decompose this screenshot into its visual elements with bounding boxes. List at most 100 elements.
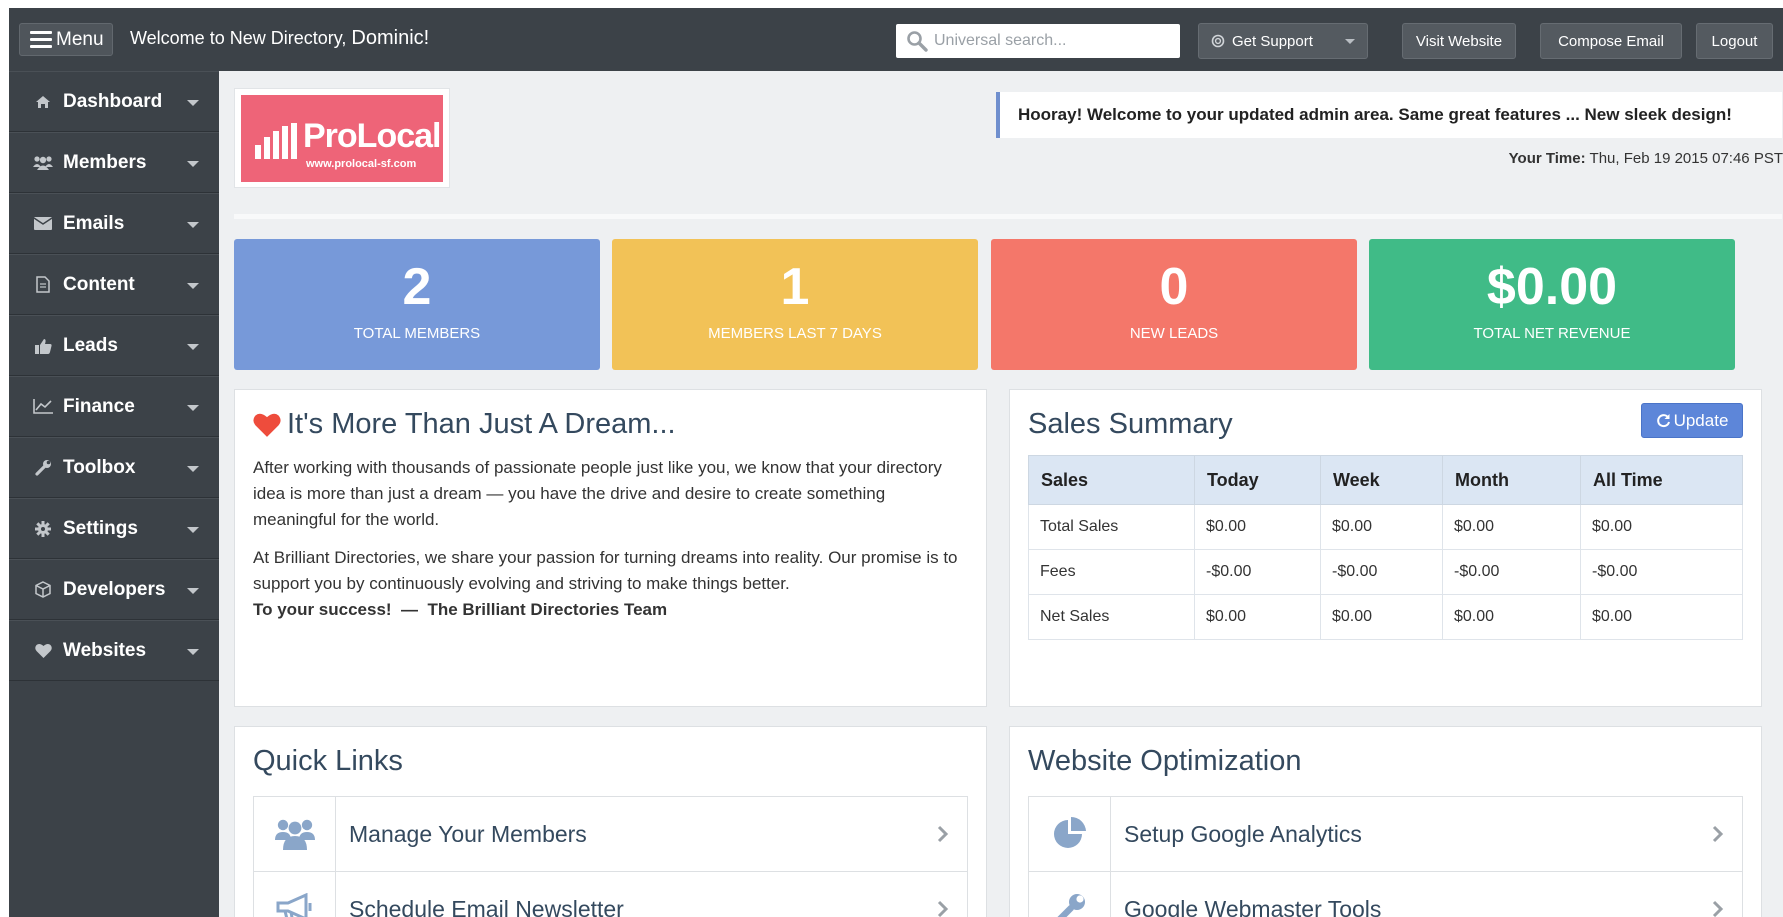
stat-label: MEMBERS LAST 7 DAYS — [708, 325, 882, 342]
announcement-banner: Hooray! Welcome to your updated admin ar… — [996, 92, 1782, 138]
users-icon — [33, 154, 53, 172]
support-label: Get Support — [1232, 32, 1313, 50]
stat-members-last-7-days[interactable]: 1 MEMBERS LAST 7 DAYS — [612, 239, 978, 370]
quick-links-title: Quick Links — [253, 745, 403, 777]
sales-table: Sales Today Week Month All Time Total Sa… — [1028, 455, 1743, 640]
heart-icon — [33, 642, 53, 660]
chevron-right-icon — [1712, 825, 1724, 843]
sidebar-item-developers[interactable]: Developers — [9, 559, 219, 620]
table-cell: $0.00 — [1320, 504, 1443, 550]
sidebar-item-label: Settings — [63, 517, 138, 539]
column-header: Week — [1320, 455, 1443, 505]
sidebar-item-members[interactable]: Members — [9, 132, 219, 193]
table-cell: $0.00 — [1194, 504, 1321, 550]
table-row: Fees -$0.00 -$0.00 -$0.00 -$0.00 — [1028, 549, 1743, 595]
optimization-title: Website Optimization — [1028, 745, 1302, 777]
home-icon — [33, 93, 53, 111]
dream-paragraph: After working with thousands of passiona… — [253, 458, 942, 529]
megaphone-icon — [254, 872, 336, 917]
get-support-dropdown[interactable]: Get Support — [1198, 23, 1368, 59]
current-time: Your Time: Thu, Feb 19 2015 07:46 PST — [1509, 150, 1783, 167]
logo-name: ProLocal — [303, 117, 441, 155]
stat-label: TOTAL NET REVENUE — [1473, 325, 1631, 342]
dream-title: It's More Than Just A Dream... — [287, 408, 676, 440]
link-label: Google Webmaster Tools — [1124, 895, 1382, 917]
welcome-text: Welcome to New Directory, — [130, 28, 347, 48]
chevron-down-icon — [187, 649, 199, 655]
google-analytics-link[interactable]: Setup Google Analytics — [1028, 796, 1743, 872]
manage-members-link[interactable]: Manage Your Members — [253, 796, 968, 872]
stat-value: $0.00 — [1486, 258, 1618, 316]
table-cell: $0.00 — [1320, 594, 1443, 640]
table-cell: $0.00 — [1580, 504, 1743, 550]
wrench-icon — [33, 459, 53, 477]
sidebar-item-label: Finance — [63, 395, 135, 417]
table-header-row: Sales Today Week Month All Time — [1028, 455, 1743, 505]
sales-summary-panel: Sales Summary Update Sales Today Week Mo… — [1009, 389, 1762, 707]
universal-search — [896, 24, 1180, 58]
envelope-icon — [33, 215, 53, 233]
chevron-down-icon — [187, 161, 199, 167]
sidebar-item-toolbox[interactable]: Toolbox — [9, 437, 219, 498]
life-ring-icon — [1211, 34, 1225, 48]
link-label: Schedule Email Newsletter — [349, 895, 624, 917]
chevron-right-icon — [937, 825, 949, 843]
table-cell: Fees — [1028, 549, 1195, 595]
sidebar-item-label: Developers — [63, 578, 166, 600]
table-cell: Net Sales — [1028, 594, 1195, 640]
chevron-down-icon — [187, 222, 199, 228]
file-icon — [33, 276, 53, 294]
panel-title: It's More Than Just A Dream... — [253, 408, 968, 441]
column-header: All Time — [1580, 455, 1743, 505]
sidebar-item-label: Dashboard — [63, 90, 163, 112]
chevron-down-icon — [187, 283, 199, 289]
top-bar: Menu Welcome to New Directory, Dominic! … — [9, 8, 1783, 71]
chevron-right-icon — [937, 900, 949, 917]
stat-total-members[interactable]: 2 TOTAL MEMBERS — [234, 239, 600, 370]
welcome-message: Welcome to New Directory, Dominic! — [130, 27, 429, 50]
table-cell: -$0.00 — [1320, 549, 1443, 595]
bar-chart-icon — [255, 123, 297, 159]
table-cell: -$0.00 — [1442, 549, 1581, 595]
visit-website-button[interactable]: Visit Website — [1402, 23, 1516, 59]
column-header: Month — [1442, 455, 1581, 505]
search-input[interactable] — [934, 32, 1164, 50]
menu-button[interactable]: Menu — [19, 23, 113, 56]
dream-paragraph-2: At Brilliant Directories, we share your … — [253, 548, 958, 593]
schedule-newsletter-link[interactable]: Schedule Email Newsletter — [253, 871, 968, 917]
stat-label: NEW LEADS — [1129, 325, 1219, 342]
menu-label: Menu — [56, 28, 104, 50]
dream-panel: It's More Than Just A Dream... After wor… — [234, 389, 987, 707]
sidebar-item-label: Content — [63, 273, 135, 295]
sidebar-item-emails[interactable]: Emails — [9, 193, 219, 254]
update-label: Update — [1673, 410, 1729, 430]
sidebar-item-content[interactable]: Content — [9, 254, 219, 315]
stat-new-leads[interactable]: 0 NEW LEADS — [991, 239, 1357, 370]
sidebar-item-label: Emails — [63, 212, 125, 234]
line-chart-icon — [33, 398, 53, 416]
sidebar-item-finance[interactable]: Finance — [9, 376, 219, 437]
website-optimization-panel: Website Optimization Setup Google Analyt… — [1009, 726, 1762, 917]
app-frame: Menu Welcome to New Directory, Dominic! … — [9, 8, 1783, 917]
pie-chart-icon — [1029, 797, 1111, 871]
sidebar-item-dashboard[interactable]: Dashboard — [9, 71, 219, 132]
chevron-down-icon — [187, 588, 199, 594]
column-header: Sales — [1028, 455, 1195, 505]
sidebar-item-settings[interactable]: Settings — [9, 498, 219, 559]
table-cell: $0.00 — [1442, 594, 1581, 640]
prolocal-logo: ProLocal www.prolocal-sf.com — [241, 95, 443, 182]
user-name: Dominic! — [351, 27, 430, 49]
compose-email-button[interactable]: Compose Email — [1540, 23, 1682, 59]
logout-button[interactable]: Logout — [1696, 23, 1773, 59]
chevron-right-icon — [1712, 900, 1724, 917]
sidebar-item-leads[interactable]: Leads — [9, 315, 219, 376]
site-logo[interactable]: ProLocal www.prolocal-sf.com — [234, 88, 450, 188]
column-header: Today — [1194, 455, 1321, 505]
stat-total-net-revenue[interactable]: $0.00 TOTAL NET REVENUE — [1369, 239, 1735, 370]
update-button[interactable]: Update — [1641, 403, 1743, 438]
webmaster-tools-link[interactable]: Google Webmaster Tools — [1028, 871, 1743, 917]
stat-value: 2 — [402, 258, 432, 316]
users-icon — [254, 797, 336, 871]
table-cell: -$0.00 — [1580, 549, 1743, 595]
sidebar-item-websites[interactable]: Websites — [9, 620, 219, 681]
